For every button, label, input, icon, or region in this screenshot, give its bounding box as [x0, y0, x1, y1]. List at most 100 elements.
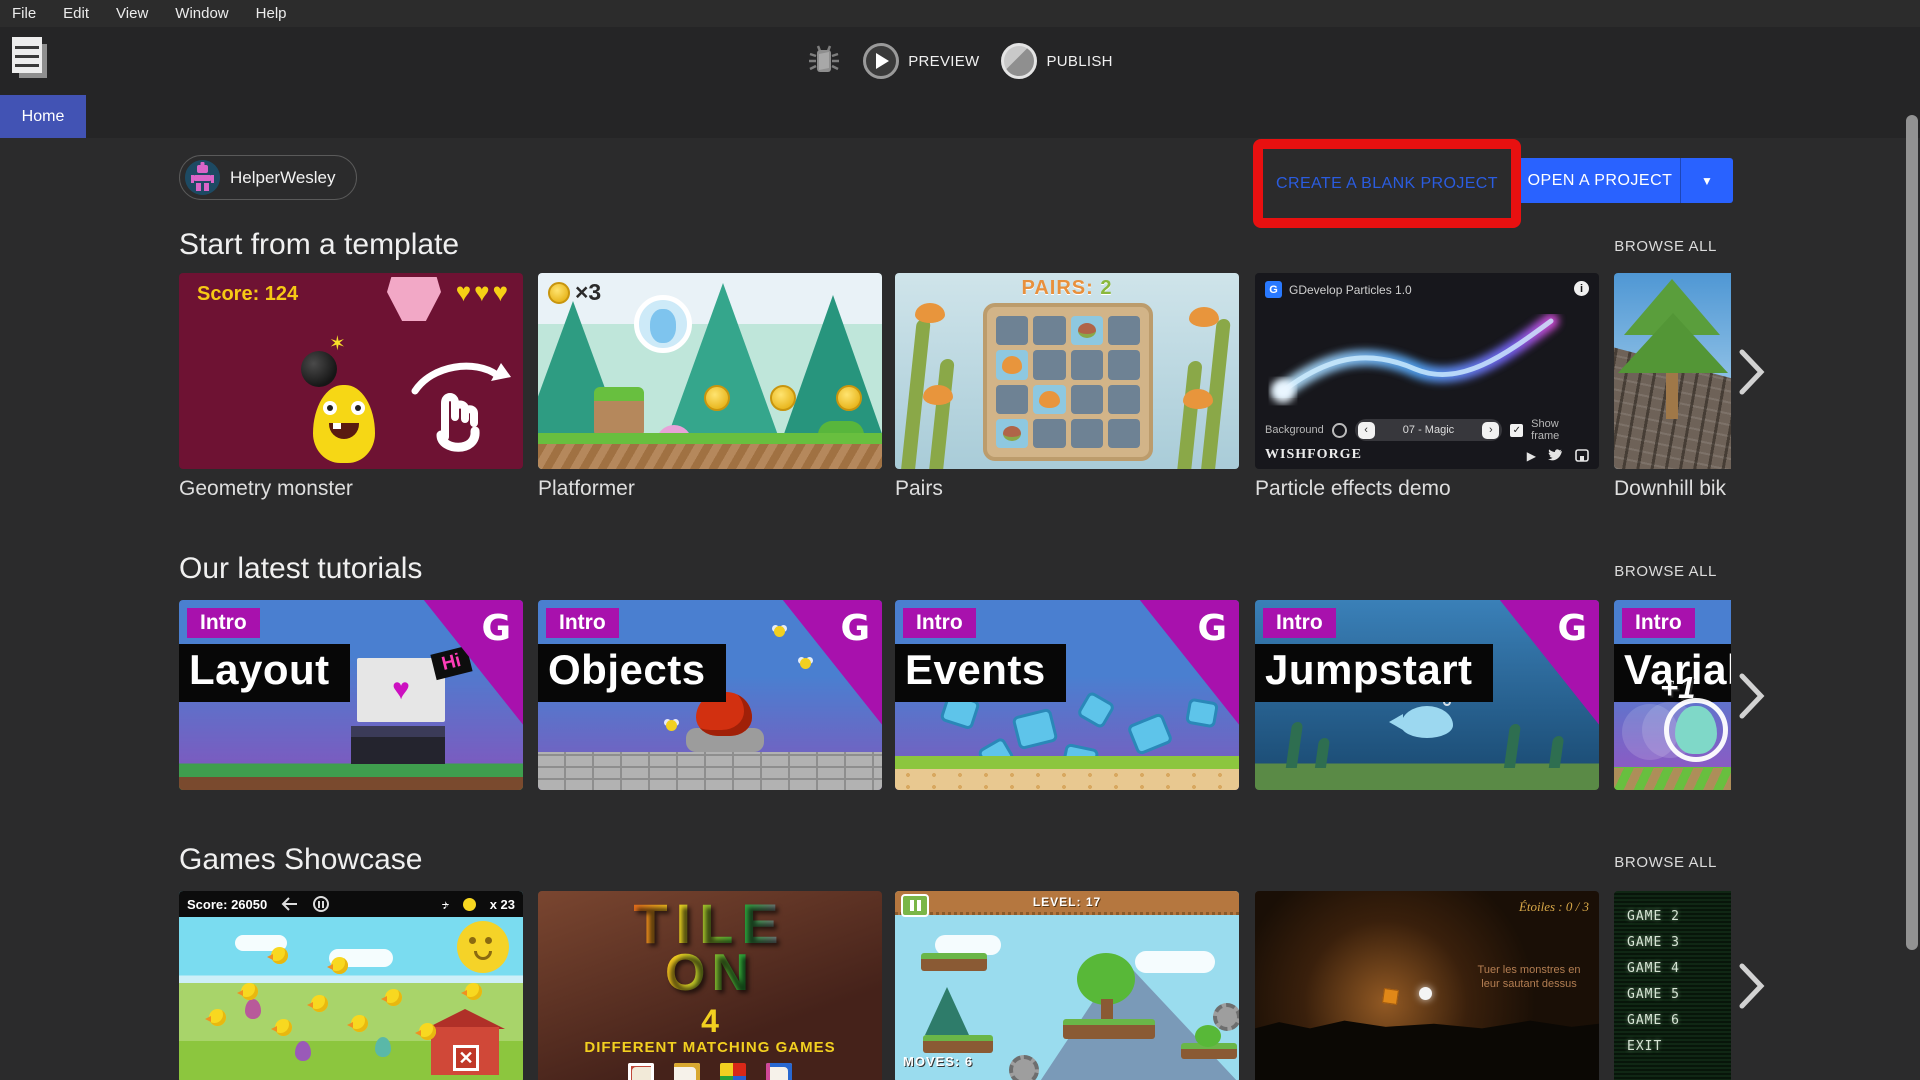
hand-swipe-icon — [397, 353, 517, 458]
chick-icon — [463, 898, 476, 911]
tutorial-card-intro-variables[interactable]: G Intro Variab +1 — [1614, 600, 1731, 790]
open-project-button[interactable]: OPEN A PROJECT ▼ — [1514, 158, 1733, 203]
showcase-card-pixel-platformer[interactable]: LEVEL: 17 MOVES: 6 — [895, 891, 1239, 1080]
scroll-right-tutorials[interactable] — [1739, 673, 1765, 719]
hint-text: Tuer les monstres en leur sautant dessus — [1467, 963, 1591, 991]
card-title: Pairs — [895, 477, 943, 501]
publish-button[interactable]: PUBLISH — [1001, 43, 1112, 79]
wishforge-logo: WISHFORGE — [1265, 447, 1362, 463]
menu-window[interactable]: Window — [175, 5, 228, 22]
next-icon[interactable]: › — [1482, 422, 1499, 439]
checkbox-icon[interactable]: ✓ — [1510, 424, 1523, 437]
gdevelop-logo-icon: G — [481, 608, 511, 649]
debugger-bug-icon[interactable] — [807, 44, 841, 78]
score-text: Score: 124 — [197, 283, 298, 306]
pause-icon — [313, 896, 329, 912]
template-card-particle-effects[interactable]: G GDevelop Particles 1.0 i Background — [1255, 273, 1599, 469]
template-card-platformer[interactable]: ×3 — [538, 273, 882, 469]
section-title-templates: Start from a template — [179, 228, 459, 262]
brick-wall — [538, 752, 882, 790]
character-highlight-ring — [1664, 698, 1728, 762]
template-card-pairs[interactable]: PAIRS: 2 — [895, 273, 1239, 469]
itch-icon — [1575, 449, 1589, 463]
tutorial-card-intro-jumpstart[interactable]: G Intro Jumpstart — [1255, 600, 1599, 790]
fly — [800, 658, 811, 669]
menu-item: GAME 6 — [1627, 1013, 1680, 1028]
tutorial-card-intro-layout[interactable]: G Intro Layout ♥ Hi — [179, 600, 523, 790]
showcase-card-easter-game[interactable]: Score: 26050 ♪ x 23 ✕ — [179, 891, 523, 1080]
score-text: Score: 26050 — [187, 897, 267, 912]
browse-all-showcase[interactable]: BROWSE ALL — [1614, 854, 1717, 871]
ground — [179, 764, 523, 790]
coin-counter: ×3 — [548, 279, 601, 306]
gdevelop-logo-icon: G — [840, 608, 870, 649]
effect-selector[interactable]: ‹ 07 - Magic › — [1355, 419, 1503, 441]
tab-home[interactable]: Home — [0, 95, 86, 138]
hearts-icons: ♥♥♥ — [456, 277, 511, 308]
level-bar: LEVEL: 17 — [895, 891, 1239, 915]
menu-file[interactable]: File — [12, 5, 36, 22]
showcase-card-crt-menu[interactable]: GAME 2 GAME 3 GAME 4 GAME 5 GAME 6 EXIT — [1614, 891, 1731, 1080]
fish-character — [1401, 706, 1453, 738]
memory-board — [983, 303, 1153, 461]
preview-label: PREVIEW — [908, 53, 979, 70]
card-title: Platformer — [538, 477, 635, 501]
seaweed — [1504, 724, 1521, 768]
ground-silhouette — [1255, 1005, 1599, 1080]
alien-character — [634, 295, 692, 353]
tutorial-title: Events — [895, 644, 1066, 702]
radio-icon — [1332, 423, 1347, 438]
scene-panel: ♥ — [357, 658, 445, 722]
platform — [1063, 1019, 1155, 1039]
card-title: Geometry monster — [179, 477, 353, 501]
fuse-spark: ✶ — [329, 331, 346, 356]
back-arrow-icon — [281, 897, 299, 911]
scroll-right-showcase[interactable] — [1739, 963, 1765, 1009]
tab-bar: Home — [0, 95, 1920, 138]
intro-badge: Intro — [546, 608, 619, 638]
preview-button[interactable]: PREVIEW — [863, 43, 979, 79]
scrollbar-thumb[interactable] — [1906, 115, 1918, 950]
section-title-showcase: Games Showcase — [179, 843, 422, 877]
create-blank-project-button[interactable]: CREATE A BLANK PROJECT — [1276, 175, 1498, 193]
menu-view[interactable]: View — [116, 5, 148, 22]
music-off-icon: ♪ — [442, 897, 449, 912]
platform — [921, 953, 987, 971]
intro-badge: Intro — [1622, 608, 1695, 638]
preview-play-icon — [863, 43, 899, 79]
username: HelperWesley — [230, 168, 336, 188]
section-title-tutorials: Our latest tutorials — [179, 552, 422, 586]
particles-controls: Background ‹ 07 - Magic › ✓ Show frame — [1255, 417, 1599, 443]
pause-button[interactable] — [901, 894, 929, 917]
twitter-icon — [1548, 449, 1563, 463]
showcase-card-row: Score: 26050 ♪ x 23 ✕ TILE ON — [179, 891, 1731, 1080]
easter-egg — [375, 1037, 391, 1057]
chevron-down-icon[interactable]: ▼ — [1681, 174, 1733, 188]
saw-blade — [1009, 1055, 1039, 1080]
coin-icon — [548, 282, 570, 304]
prev-icon[interactable]: ‹ — [1358, 422, 1375, 439]
ground — [538, 433, 882, 469]
template-card-downhill-bike[interactable]: G — [1614, 273, 1731, 469]
menu-item: EXIT — [1627, 1039, 1662, 1054]
intro-badge: Intro — [903, 608, 976, 638]
scroll-right-templates[interactable] — [1739, 349, 1765, 395]
tutorial-title: Jumpstart — [1255, 644, 1493, 702]
seaweed — [1315, 738, 1330, 768]
game-title-line2: ON — [538, 943, 882, 1003]
browse-all-templates[interactable]: BROWSE ALL — [1614, 238, 1717, 255]
game-hud: Score: 26050 ♪ x 23 — [179, 891, 523, 917]
publish-label: PUBLISH — [1046, 53, 1112, 70]
pine-tree — [925, 987, 969, 1035]
fish — [1183, 389, 1213, 409]
showcase-card-dark-monsters[interactable]: Étoiles : 0 / 3 Tuer les monstres en leu… — [1255, 891, 1599, 1080]
showcase-card-tile-on[interactable]: TILE ON 4 DIFFERENT MATCHING GAMES — [538, 891, 882, 1080]
user-profile-chip[interactable]: HelperWesley — [179, 155, 357, 200]
menu-help[interactable]: Help — [256, 5, 287, 22]
count-text: 4 — [538, 1003, 882, 1040]
tutorial-card-intro-objects[interactable]: G Intro Objects — [538, 600, 882, 790]
browse-all-tutorials[interactable]: BROWSE ALL — [1614, 563, 1717, 580]
menu-edit[interactable]: Edit — [63, 5, 89, 22]
template-card-geometry-monster[interactable]: Score: 124 ♥♥♥ ✶ — [179, 273, 523, 469]
tutorial-card-intro-events[interactable]: G Intro Events — [895, 600, 1239, 790]
